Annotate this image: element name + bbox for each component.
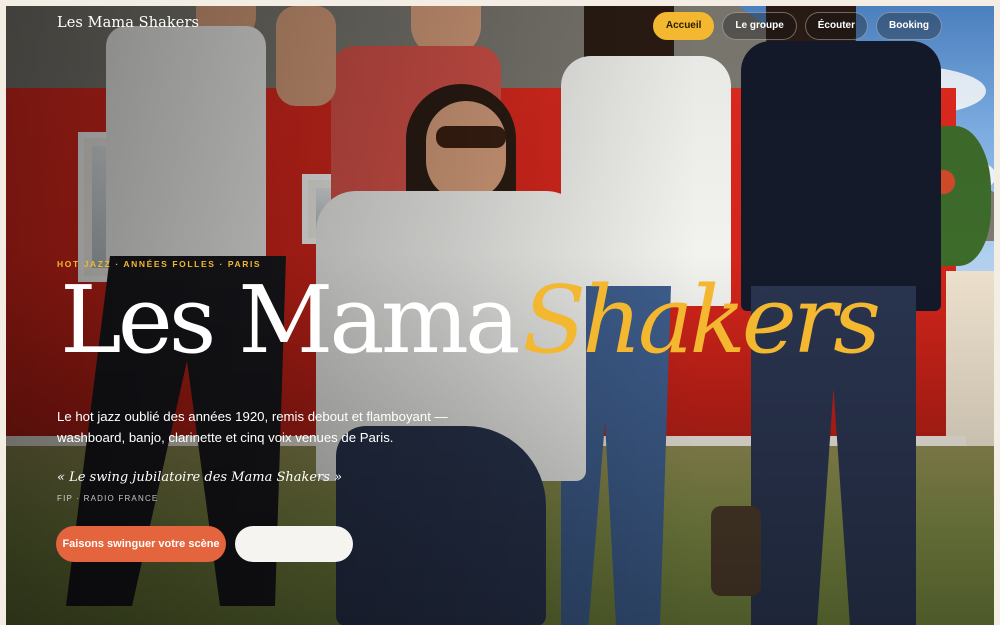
- nav-item-accueil[interactable]: Accueil: [652, 12, 715, 40]
- hero-title: Les MamaShakers: [60, 274, 881, 367]
- hero-section: Les Mama Shakers Accueil Le groupe Écout…: [6, 6, 994, 625]
- booking-cta-button[interactable]: Faisons swinguer votre scène: [56, 526, 226, 562]
- brand-logo[interactable]: Les Mama Shakers: [57, 15, 199, 31]
- main-nav: Accueil Le groupe Écouter Booking: [652, 12, 942, 40]
- nav-item-ecouter[interactable]: Écouter: [804, 12, 868, 40]
- nav-item-le-groupe[interactable]: Le groupe: [722, 12, 797, 40]
- hero-title-accent: Shakers: [522, 266, 881, 374]
- nav-item-booking[interactable]: Booking: [876, 12, 942, 40]
- press-quote: « Le swing jubilatoire des Mama Shakers …: [57, 470, 343, 485]
- hero-description: Le hot jazz oublié des années 1920, remi…: [57, 409, 448, 445]
- hero-title-main: Les Mama: [60, 266, 520, 374]
- press-quote-source: FIP · RADIO FRANCE: [57, 494, 159, 503]
- secondary-cta-button[interactable]: [235, 526, 353, 562]
